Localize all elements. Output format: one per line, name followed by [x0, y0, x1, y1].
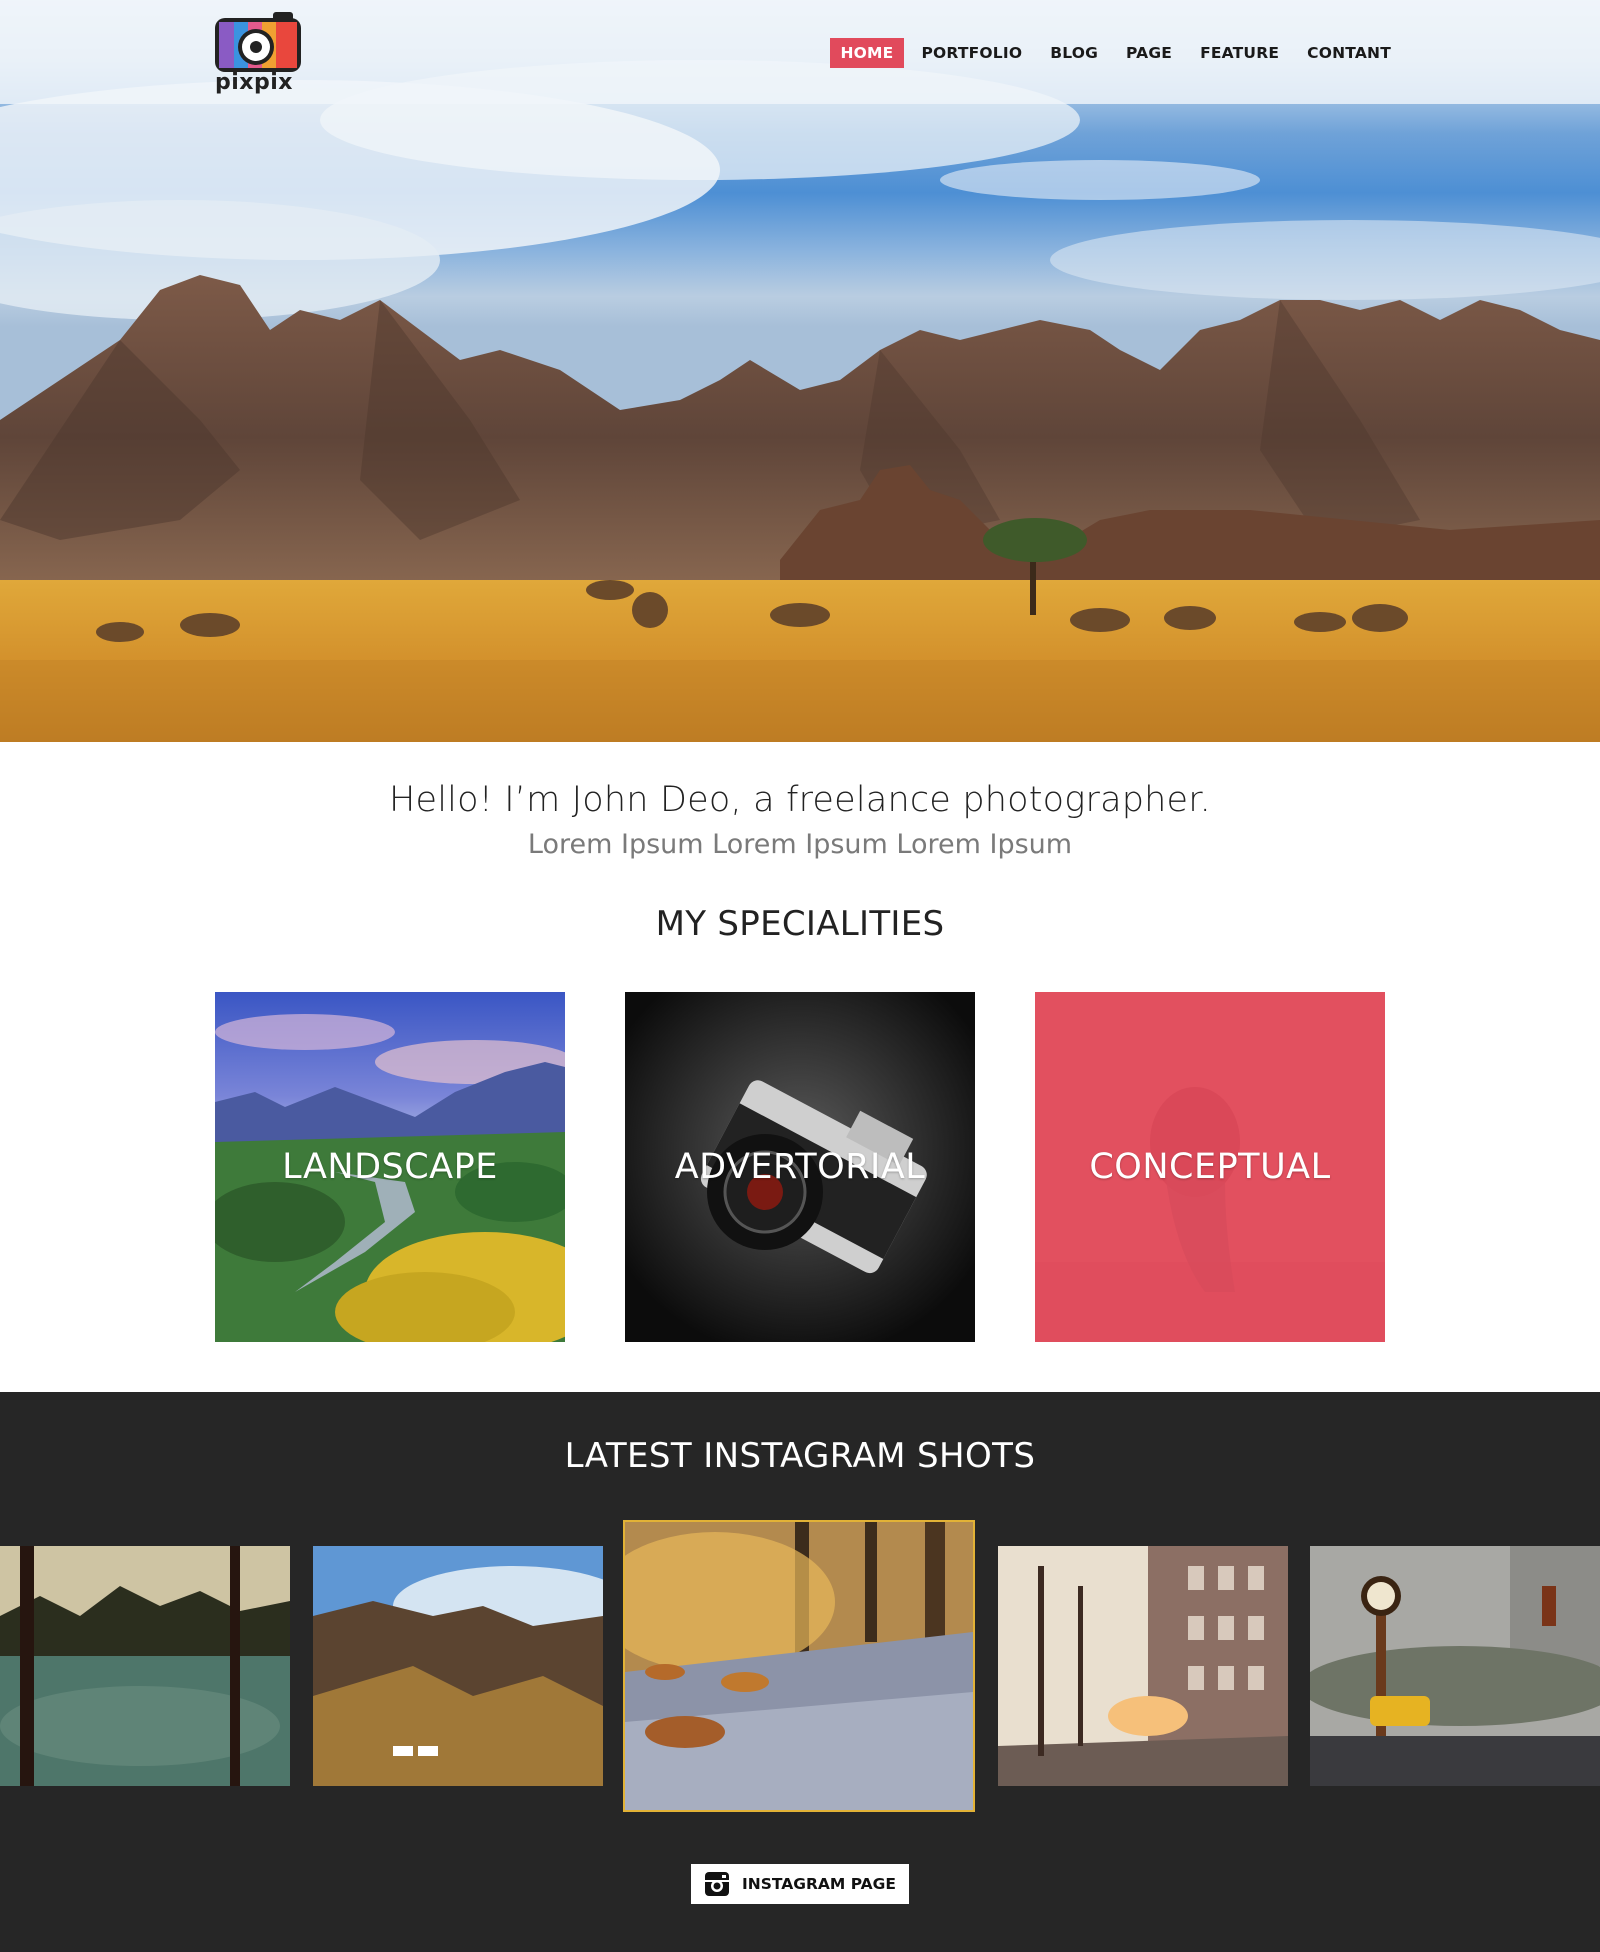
- instagram-shot-2[interactable]: [313, 1546, 603, 1786]
- city-street-image: [998, 1546, 1288, 1786]
- instagram-page-button[interactable]: INSTAGRAM PAGE: [691, 1864, 909, 1904]
- speciality-card-landscape[interactable]: LANDSCAPE: [215, 992, 565, 1342]
- instagram-heading: LATEST INSTAGRAM SHOTS: [564, 1436, 1036, 1476]
- nav-blog[interactable]: BLOG: [1039, 38, 1109, 68]
- intro-subtitle: Lorem Ipsum Lorem Ipsum Lorem Ipsum: [527, 829, 1073, 860]
- main-nav: HOME PORTFOLIO BLOG PAGE FEATURE CONTANT: [829, 38, 1403, 68]
- nav-home[interactable]: HOME: [829, 38, 905, 68]
- nav-portfolio[interactable]: PORTFOLIO: [910, 38, 1033, 68]
- speciality-card-conceptual[interactable]: CONCEPTUAL: [1035, 992, 1385, 1342]
- autumn-leaves-image: [625, 1522, 973, 1810]
- speciality-label-advertorial: ADVERTORIAL: [674, 1147, 926, 1187]
- desert-hills-image: [313, 1546, 603, 1786]
- nav-contant[interactable]: CONTANT: [1296, 38, 1402, 68]
- instagram-shot-5[interactable]: [1310, 1546, 1600, 1786]
- rainy-street-clock-image: [1310, 1546, 1600, 1786]
- lake-forest-image: [0, 1546, 290, 1786]
- instagram-page-label: INSTAGRAM PAGE: [742, 1875, 896, 1893]
- speciality-label-conceptual: CONCEPTUAL: [1089, 1147, 1331, 1187]
- specialities-heading: MY SPECIALITIES: [655, 904, 945, 944]
- instagram-section: LATEST INSTAGRAM SHOTS INSTAGRAM PAGE: [0, 1392, 1600, 1952]
- instagram-shot-3-featured[interactable]: [623, 1520, 975, 1812]
- intro-title: Hello! I’m John Deo, a freelance photogr…: [389, 780, 1211, 820]
- hero-banner: [0, 0, 1600, 742]
- speciality-label-landscape: LANDSCAPE: [282, 1147, 498, 1187]
- site-header: pixpix HOME PORTFOLIO BLOG PAGE FEATURE …: [0, 0, 1600, 104]
- logo-text[interactable]: pixpix: [215, 70, 293, 95]
- hero-landscape-image: [0, 60, 1600, 742]
- instagram-shot-4[interactable]: [998, 1546, 1288, 1786]
- instagram-icon: [704, 1871, 730, 1897]
- nav-page[interactable]: PAGE: [1115, 38, 1183, 68]
- instagram-shot-1[interactable]: [0, 1546, 290, 1786]
- speciality-card-advertorial[interactable]: ADVERTORIAL: [625, 992, 975, 1342]
- nav-feature[interactable]: FEATURE: [1189, 38, 1290, 68]
